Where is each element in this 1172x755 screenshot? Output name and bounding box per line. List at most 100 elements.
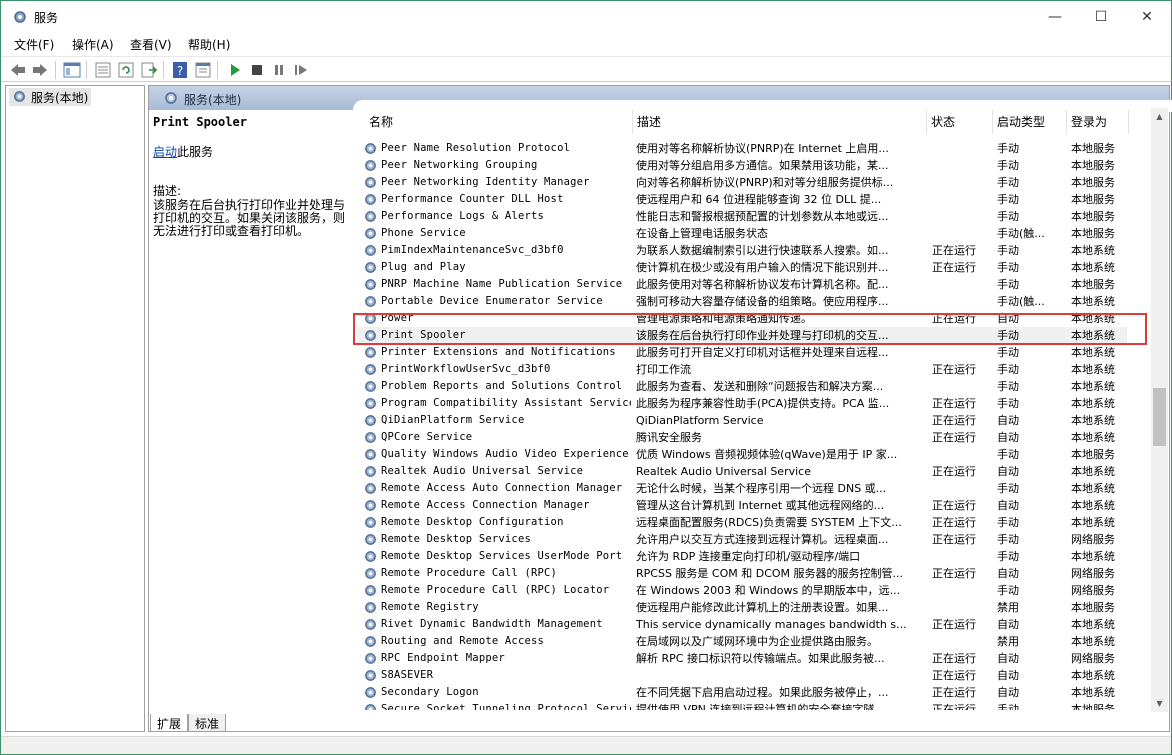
table-row[interactable]: Program Compatibility Assistant Service 此… — [357, 395, 1127, 412]
stop-service-icon[interactable] — [248, 61, 266, 79]
service-startup-type-cell: 自动 — [997, 312, 1019, 325]
table-row[interactable]: Remote Desktop Configuration 远程桌面配置服务(RDC… — [357, 514, 1127, 531]
menu-view[interactable]: 查看(V) — [130, 36, 172, 53]
table-row[interactable]: Remote Procedure Call (RPC) RPCSS 服务是 COM… — [357, 565, 1127, 582]
start-service-icon[interactable] — [226, 61, 244, 79]
close-button[interactable]: ✕ — [1124, 1, 1170, 34]
table-row[interactable]: RPC Endpoint Mapper 解析 RPC 接口标识符以传输端点。如果此… — [357, 650, 1127, 667]
service-description-cell: 向对等名称解析协议(PNRP)和对等分组服务提供标... — [636, 176, 894, 189]
service-startup-type-cell: 手动 — [997, 210, 1019, 223]
service-log-on-cell: 本地系统 — [1071, 312, 1115, 325]
service-log-on-cell: 本地系统 — [1071, 329, 1115, 342]
table-row[interactable]: Performance Counter DLL Host 使远程用户和 64 位进… — [357, 191, 1127, 208]
service-startup-type-cell: 禁用 — [997, 635, 1019, 648]
column-header-startup-type[interactable]: 启动类型 — [993, 110, 1067, 134]
table-row[interactable]: PimIndexMaintenanceSvc_d3bf0 为联系人数据编制索引以进… — [357, 242, 1127, 259]
table-row[interactable]: Peer Networking Grouping 使用对等分组启用多方通信。如果禁… — [357, 157, 1127, 174]
service-startup-type-cell: 自动 — [997, 618, 1019, 631]
table-row[interactable]: Remote Desktop Services 允许用户以交互方式连接到远程计算机… — [357, 531, 1127, 548]
table-row[interactable]: Phone Service 在设备上管理电话服务状态 手动(触... 本地服务 — [357, 225, 1127, 242]
tab-standard[interactable]: 标准 — [188, 714, 227, 732]
column-header-status[interactable]: 状态 — [927, 110, 993, 134]
svg-text:?: ? — [177, 64, 183, 78]
table-row[interactable]: Power 管理电源策略和电源策略通知传递。 正在运行 自动 本地系统 — [357, 310, 1127, 327]
service-log-on-cell: 网络服务 — [1071, 584, 1115, 597]
service-status-cell: 正在运行 — [932, 244, 976, 257]
pause-service-icon[interactable] — [270, 61, 288, 79]
table-row[interactable]: Printer Extensions and Notifications 此服务可… — [357, 344, 1127, 361]
export-list-icon[interactable] — [140, 61, 158, 79]
table-row[interactable]: Remote Registry 使远程用户能修改此计算机上的注册表设置。如果...… — [357, 599, 1127, 616]
scroll-up-icon[interactable]: ▲ — [1151, 108, 1168, 125]
table-row[interactable]: S8ASEVER 正在运行 自动 本地系统 — [357, 667, 1127, 684]
restart-service-icon[interactable] — [292, 61, 310, 79]
service-gear-icon — [365, 568, 376, 579]
back-arrow-icon[interactable] — [9, 61, 27, 79]
service-startup-type-cell: 自动 — [997, 499, 1019, 512]
table-row[interactable]: Secondary Logon 在不同凭据下启用启动过程。如果此服务被停止，...… — [357, 684, 1127, 701]
table-row[interactable]: Remote Procedure Call (RPC) Locator 在 Win… — [357, 582, 1127, 599]
service-name-cell: PrintWorkflowUserSvc_d3bf0 — [381, 363, 551, 375]
menu-action[interactable]: 操作(A) — [72, 36, 114, 53]
table-row[interactable]: Plug and Play 使计算机在极少或没有用户输入的情况下能识别并... 正在… — [357, 259, 1127, 276]
menu-file[interactable]: 文件(F) — [14, 36, 54, 53]
minimize-button[interactable]: — — [1032, 1, 1078, 34]
properties-icon[interactable] — [194, 61, 212, 79]
table-row[interactable]: PNRP Machine Name Publication Service 此服务… — [357, 276, 1127, 293]
table-row[interactable]: Problem Reports and Solutions Control ..… — [357, 378, 1127, 395]
table-row[interactable]: Remote Access Auto Connection Manager 无论什… — [357, 480, 1127, 497]
start-service-link[interactable]: 启动 — [153, 145, 177, 159]
service-description-cell: 为联系人数据编制索引以进行快速联系人搜索。如... — [636, 244, 889, 257]
service-startup-type-cell: 手动 — [997, 550, 1019, 563]
table-row[interactable]: Quality Windows Audio Video Experience 优质… — [357, 446, 1127, 463]
forward-arrow-icon[interactable] — [31, 61, 49, 79]
table-row[interactable]: Performance Logs & Alerts 性能日志和警报根据预配置的计划… — [357, 208, 1127, 225]
table-row[interactable]: Peer Networking Identity Manager 向对等名称解析协… — [357, 174, 1127, 191]
status-bar — [1, 736, 1171, 754]
refresh-icon[interactable] — [117, 61, 135, 79]
scroll-thumb[interactable] — [1153, 388, 1166, 446]
service-description-cell: 强制可移动大容量存储设备的组策略。使应用程序... — [636, 295, 889, 308]
table-row[interactable]: PrintWorkflowUserSvc_d3bf0 打印工作流 正在运行 手动 本地系… — [357, 361, 1127, 378]
table-row[interactable]: Routing and Remote Access 在局域网以及广域网环境中为企业… — [357, 633, 1127, 650]
table-row[interactable]: Print Spooler 该服务在后台执行打印作业并处理与打印机的交互... 手动… — [357, 327, 1127, 344]
table-row[interactable]: Remote Access Connection Manager 管理从这台计算机… — [357, 497, 1127, 514]
show-console-tree-icon[interactable] — [63, 61, 81, 79]
table-row[interactable]: QPCore Service 腾讯安全服务 正在运行 自动 本地系统 — [357, 429, 1127, 446]
tab-extended[interactable]: 扩展 — [150, 714, 189, 732]
table-row[interactable]: Portable Device Enumerator Service 强制可移动大… — [357, 293, 1127, 310]
column-header-description[interactable]: 描述 — [633, 110, 927, 134]
table-row[interactable]: Remote Desktop Services UserMode Port ..… — [357, 548, 1127, 565]
service-status-cell: 正在运行 — [932, 397, 976, 410]
service-log-on-cell: 网络服务 — [1071, 567, 1115, 580]
service-gear-icon — [365, 330, 376, 341]
column-header-log-on-as[interactable]: 登录为 — [1067, 110, 1129, 134]
service-name-cell: Portable Device Enumerator Service — [381, 295, 603, 307]
vertical-scrollbar[interactable]: ▲ ▼ — [1151, 108, 1168, 712]
scroll-down-icon[interactable]: ▼ — [1151, 695, 1168, 712]
table-row[interactable]: Rivet Dynamic Bandwidth Management This s… — [357, 616, 1127, 633]
maximize-button[interactable]: ☐ — [1078, 1, 1124, 34]
help-icon[interactable]: ? — [171, 61, 189, 79]
service-gear-icon — [365, 160, 376, 171]
table-row[interactable]: Realtek Audio Universal Service Realtek A… — [357, 463, 1127, 480]
service-name-cell: Performance Logs & Alerts — [381, 210, 545, 222]
service-log-on-cell: 本地系统 — [1071, 295, 1115, 308]
table-row[interactable]: Peer Name Resolution Protocol 使用对等名称解析协议(… — [357, 140, 1127, 157]
tree-item-label: 服务(本地) — [31, 91, 89, 105]
service-gear-icon — [365, 296, 376, 307]
column-header-name[interactable]: 名称 — [365, 110, 633, 134]
service-gear-icon — [365, 551, 376, 562]
service-gear-icon — [365, 228, 376, 239]
service-description-cell: 打印工作流 — [636, 363, 691, 376]
service-log-on-cell: 本地系统 — [1071, 363, 1115, 376]
service-name-cell: Remote Access Connection Manager — [381, 499, 590, 511]
service-gear-icon — [365, 262, 376, 273]
table-row[interactable]: Secure Socket Tunneling Protocol Service… — [357, 701, 1127, 710]
service-description-cell: 此服务为查看、发送和删除“问题报告和解决方案... — [636, 380, 884, 393]
table-row[interactable]: QiDianPlatform Service QiDianPlatform Ser… — [357, 412, 1127, 429]
menu-help[interactable]: 帮助(H) — [188, 36, 230, 53]
service-description-cell: 远程桌面配置服务(RDCS)负责需要 SYSTEM 上下文... — [636, 516, 902, 529]
tree-item-services-local[interactable]: 服务(本地) — [9, 88, 92, 106]
list-view-icon[interactable] — [94, 61, 112, 79]
